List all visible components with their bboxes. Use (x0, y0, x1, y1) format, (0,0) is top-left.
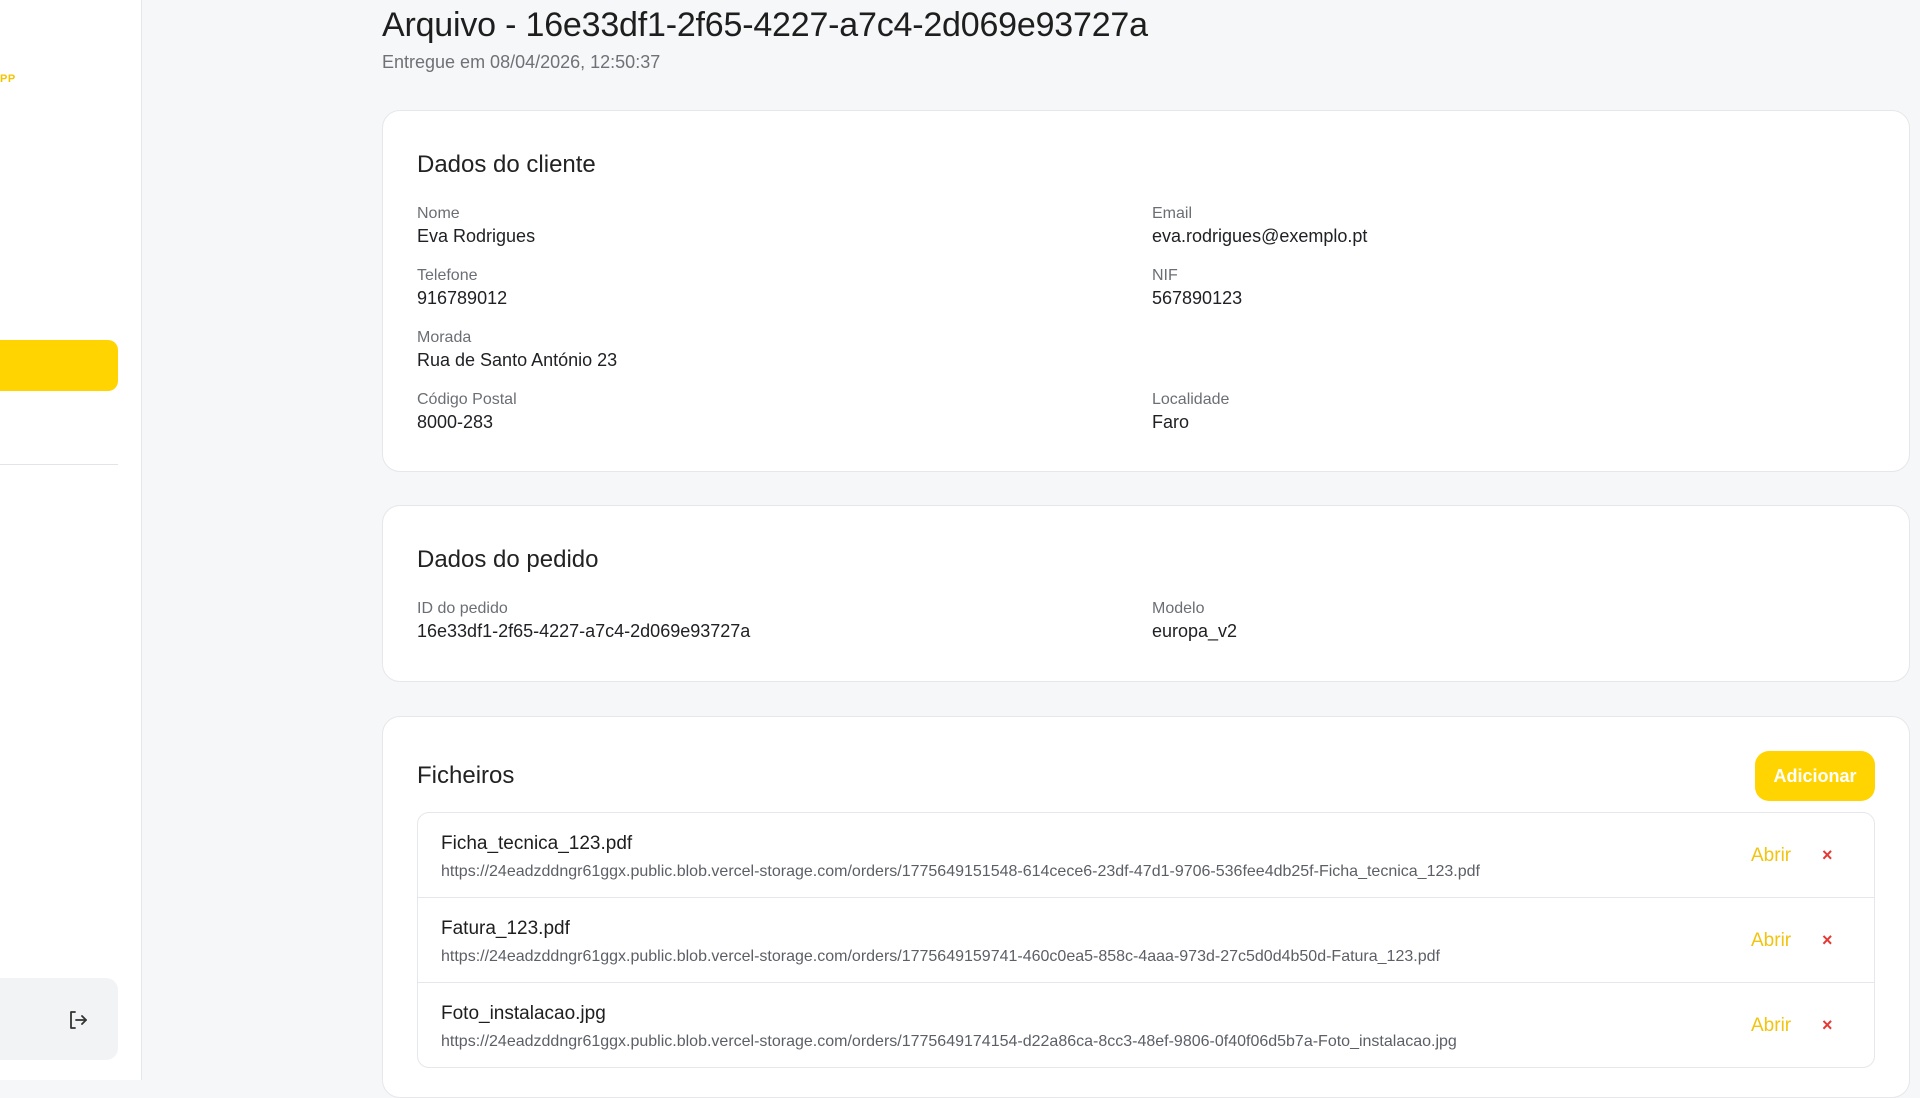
field-value: Eva Rodrigues (417, 226, 536, 246)
field-label: NIF (1152, 267, 1178, 284)
file-list: Ficha_tecnica_123.pdf https://24eadzddng… (417, 812, 1875, 1068)
delete-file-button[interactable]: × (1822, 1015, 1833, 1036)
file-name: Foto_instalacao.jpg (441, 1003, 606, 1024)
delete-file-button[interactable]: × (1822, 930, 1833, 951)
files-card-title: Ficheiros (417, 762, 515, 789)
field-email: Email eva.rodrigues@exemplo.pt (1152, 204, 1367, 248)
field-value: eva.rodrigues@exemplo.pt (1152, 226, 1368, 246)
sidebar-divider (0, 464, 118, 465)
client-card: Dados do cliente Nome Eva Rodrigues Emai… (382, 110, 1910, 472)
field-label: Telefone (417, 267, 478, 284)
sidebar: PP (0, 0, 142, 1080)
field-phone: Telefone 916789012 (417, 266, 507, 310)
file-name: Fatura_123.pdf (441, 918, 570, 939)
open-file-link[interactable]: Abrir (1751, 930, 1791, 952)
logout-icon (70, 1011, 87, 1029)
field-name: Nome Eva Rodrigues (417, 204, 535, 248)
field-value: europa_v2 (1152, 621, 1238, 641)
order-card: Dados do pedido ID do pedido 16e33df1-2f… (382, 505, 1910, 682)
field-label: Localidade (1152, 391, 1230, 408)
field-locality: Localidade Faro (1152, 390, 1229, 434)
order-card-title: Dados do pedido (417, 546, 599, 573)
field-label: Código Postal (417, 391, 517, 408)
client-card-title: Dados do cliente (417, 151, 596, 178)
file-url: https://24eadzddngr61ggx.public.blob.ver… (441, 863, 1480, 880)
field-label: Email (1152, 205, 1193, 222)
field-address: Morada Rua de Santo António 23 (417, 328, 617, 372)
field-nif: NIF 567890123 (1152, 266, 1242, 310)
field-value: Rua de Santo António 23 (417, 350, 618, 370)
field-value: 916789012 (417, 288, 508, 308)
field-label: Modelo (1152, 600, 1205, 617)
sidebar-item-active[interactable] (0, 340, 118, 391)
brand-tag: PP (0, 73, 16, 85)
file-url: https://24eadzddngr61ggx.public.blob.ver… (441, 1033, 1457, 1050)
field-label: Nome (417, 205, 460, 222)
field-label: Morada (417, 329, 472, 346)
delivered-at: Entregue em 08/04/2026, 12:50:37 (382, 52, 661, 72)
file-url: https://24eadzddngr61ggx.public.blob.ver… (441, 948, 1440, 965)
field-value: 8000-283 (417, 412, 494, 432)
files-card: Ficheiros Adicionar Ficha_tecnica_123.pd… (382, 716, 1910, 1098)
field-order-id: ID do pedido 16e33df1-2f65-4227-a7c4-2d0… (417, 599, 750, 643)
add-file-button[interactable]: Adicionar (1755, 751, 1875, 801)
file-name: Ficha_tecnica_123.pdf (441, 833, 633, 854)
field-value: 16e33df1-2f65-4227-a7c4-2d069e93727a (417, 621, 751, 641)
field-postal-code: Código Postal 8000-283 (417, 390, 517, 434)
file-row: Ficha_tecnica_123.pdf https://24eadzddng… (418, 813, 1874, 898)
field-value: Faro (1152, 412, 1190, 432)
delete-file-button[interactable]: × (1822, 845, 1833, 866)
page-title: Arquivo - 16e33df1-2f65-4227-a7c4-2d069e… (382, 6, 1148, 44)
file-row: Fatura_123.pdf https://24eadzddngr61ggx.… (418, 898, 1874, 983)
open-file-link[interactable]: Abrir (1751, 845, 1791, 867)
open-file-link[interactable]: Abrir (1751, 1015, 1791, 1037)
field-value: 567890123 (1152, 288, 1243, 308)
logout-button[interactable] (0, 978, 118, 1060)
field-model: Modelo europa_v2 (1152, 599, 1237, 643)
field-label: ID do pedido (417, 600, 508, 617)
file-row: Foto_instalacao.jpg https://24eadzddngr6… (418, 983, 1874, 1067)
